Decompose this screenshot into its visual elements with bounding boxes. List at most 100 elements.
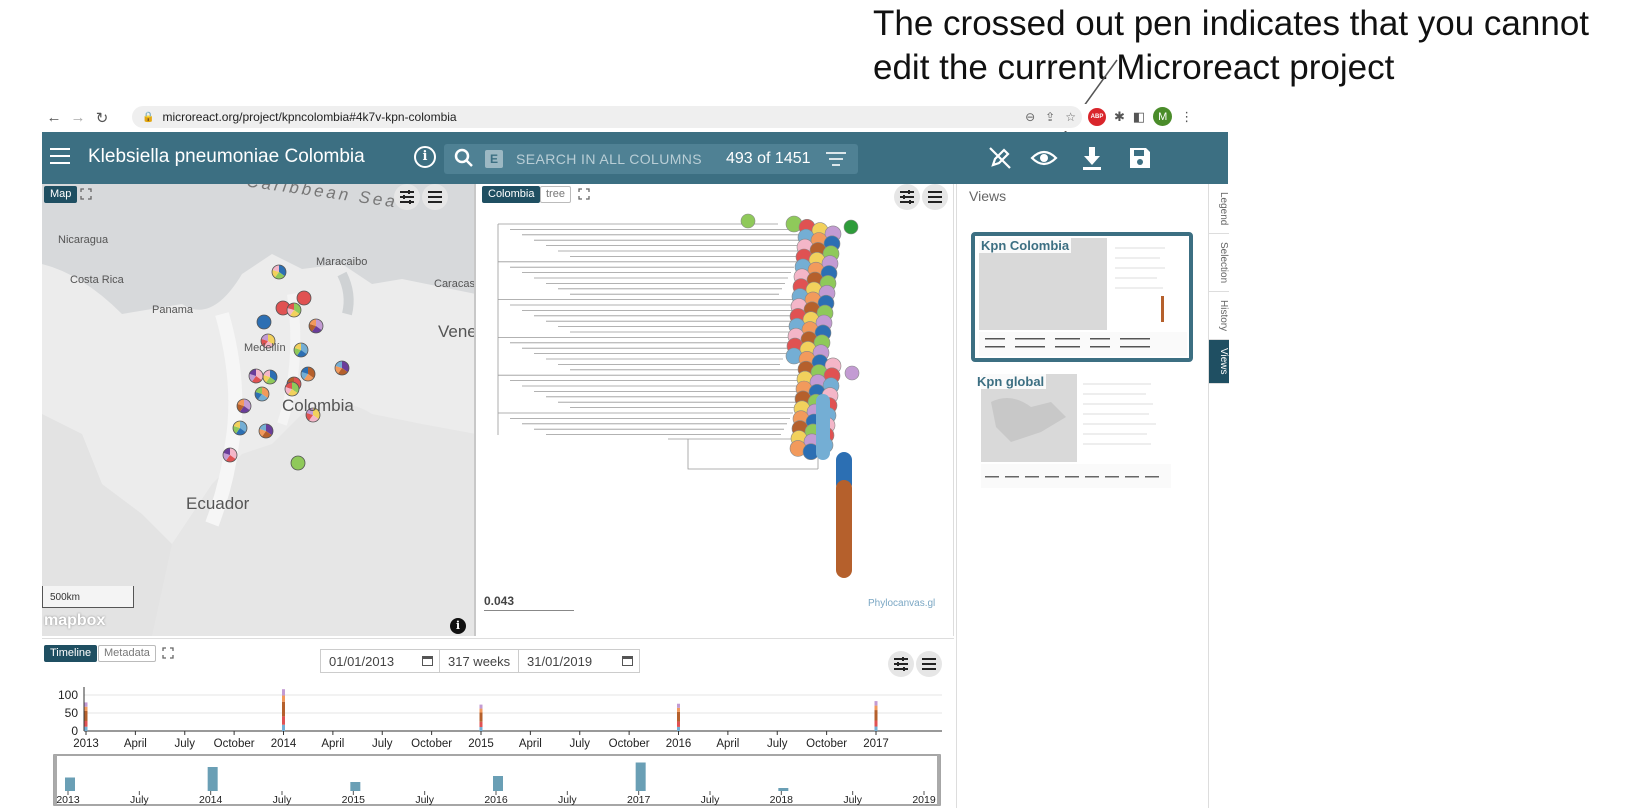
timeline-bar[interactable]	[84, 720, 88, 727]
timeline-chart[interactable]: 100 50 0 2013 April July October 2014 April Ju…	[42, 679, 954, 809]
reload-icon[interactable]: ↻	[90, 109, 114, 127]
map-marker[interactable]	[222, 447, 238, 463]
map-marker[interactable]	[284, 381, 300, 397]
timeline-settings-button[interactable]	[888, 651, 914, 677]
map-attribution-icon[interactable]: i	[450, 618, 466, 634]
timeline-bar[interactable]	[282, 724, 285, 731]
calendar-icon[interactable]	[622, 656, 633, 666]
timeline-bar[interactable]	[282, 716, 285, 725]
tree-leaf-cluster[interactable]	[816, 394, 830, 460]
expand-icon[interactable]	[578, 188, 590, 200]
tab-selection[interactable]: Selection	[1209, 234, 1229, 292]
timeline-bar[interactable]	[84, 706, 88, 711]
save-icon[interactable]	[1126, 144, 1154, 172]
map-marker[interactable]	[293, 342, 309, 358]
map-marker[interactable]	[256, 314, 272, 330]
timeline-bar[interactable]	[84, 726, 88, 731]
map-marker[interactable]	[248, 368, 264, 384]
browser-menu-icon[interactable]: ⋮	[1180, 109, 1193, 125]
search-mode-badge[interactable]: E	[485, 150, 503, 168]
tree-leaf[interactable]	[843, 219, 859, 235]
zoom-icon[interactable]: ⊖	[1025, 110, 1035, 124]
timeline-bar[interactable]	[479, 704, 483, 709]
tab-metadata[interactable]: Metadata	[98, 645, 156, 662]
map-marker[interactable]	[308, 318, 324, 334]
back-icon[interactable]: ←	[42, 109, 66, 126]
expand-icon[interactable]	[162, 647, 174, 659]
timeline-bar[interactable]	[479, 721, 483, 728]
timeline-bar[interactable]	[677, 707, 680, 712]
timeline-bar[interactable]	[282, 701, 285, 717]
timeline-bar[interactable]	[677, 703, 680, 708]
map-marker[interactable]	[262, 369, 278, 385]
tab-timeline[interactable]: Timeline	[44, 645, 98, 662]
map-marker[interactable]	[296, 290, 312, 306]
tree-menu-button[interactable]	[922, 184, 948, 210]
map-canvas[interactable]	[42, 184, 476, 636]
timeline-bar[interactable]	[677, 726, 680, 731]
tree-leaf-cluster[interactable]	[836, 480, 852, 578]
end-date-input[interactable]: 31/01/2019	[518, 649, 640, 673]
timeline-panel[interactable]: Timeline Metadata 01/01/2013 317 weeks 3…	[42, 638, 954, 808]
timeline-bar[interactable]	[479, 708, 483, 713]
map-marker[interactable]	[286, 302, 302, 318]
profile-avatar[interactable]: M	[1153, 107, 1173, 126]
filter-icon[interactable]	[826, 152, 846, 170]
timeline-bar[interactable]	[874, 720, 878, 727]
menu-icon[interactable]	[50, 148, 70, 169]
map-menu-button[interactable]	[422, 184, 448, 210]
timeline-bar[interactable]	[874, 705, 878, 711]
search-input[interactable]: SEARCH IN ALL COLUMNS	[516, 151, 702, 167]
calendar-icon[interactable]	[422, 656, 433, 666]
tab-colombia[interactable]: Colombia	[482, 186, 541, 203]
extensions-icon[interactable]: ✱	[1114, 109, 1125, 125]
sidepanel-icon[interactable]: ◧	[1133, 109, 1145, 125]
expand-icon[interactable]	[80, 188, 92, 200]
forward-icon[interactable]: →	[66, 109, 90, 126]
map-marker[interactable]	[258, 423, 274, 439]
view-card-kpn-colombia[interactable]: Kpn Colombia	[971, 232, 1193, 362]
tree-settings-button[interactable]	[894, 184, 920, 210]
map-marker[interactable]	[271, 264, 287, 280]
start-date-input[interactable]: 01/01/2013	[320, 649, 440, 673]
map-marker[interactable]	[334, 360, 350, 376]
tab-legend[interactable]: Legend	[1209, 184, 1229, 234]
tab-views[interactable]: Views	[1209, 340, 1229, 384]
eye-icon[interactable]	[1030, 144, 1058, 172]
info-icon[interactable]: i	[414, 146, 436, 168]
view-card-kpn-global[interactable]: Kpn global	[971, 372, 1193, 502]
map-marker[interactable]	[254, 386, 270, 402]
tab-tree[interactable]: tree	[540, 186, 571, 203]
edit-disabled-icon[interactable]	[986, 144, 1014, 172]
timeline-bar[interactable]	[84, 702, 88, 707]
share-icon[interactable]: ⇪	[1045, 110, 1055, 124]
map-marker[interactable]	[236, 398, 252, 414]
timeline-menu-button[interactable]	[916, 651, 942, 677]
timeline-bar[interactable]	[479, 712, 483, 722]
tab-history[interactable]: History	[1209, 292, 1229, 340]
timeline-bar[interactable]	[282, 695, 285, 702]
timeline-bar[interactable]	[677, 711, 680, 722]
download-icon[interactable]	[1078, 144, 1106, 172]
star-icon[interactable]: ☆	[1065, 110, 1076, 124]
tree-panel[interactable]: Colombia tree 0.043 Phylocanvas.gl	[478, 184, 954, 636]
overview-handle-right[interactable]	[937, 755, 940, 805]
map-marker[interactable]	[290, 455, 306, 471]
timeline-bar[interactable]	[84, 710, 88, 721]
tree-leaf[interactable]	[844, 365, 860, 381]
search-bar[interactable]: E SEARCH IN ALL COLUMNS 493 of 1451	[444, 144, 858, 174]
map-marker[interactable]	[300, 366, 316, 382]
tree-canvas[interactable]	[478, 184, 954, 636]
timeline-bar[interactable]	[874, 710, 878, 721]
map-marker[interactable]	[232, 420, 248, 436]
map-tab[interactable]: Map	[44, 186, 78, 203]
address-bar[interactable]: 🔒 microreact.org/project/kpncolombia#4k7…	[132, 106, 1082, 128]
timeline-bar[interactable]	[677, 721, 680, 727]
timeline-bar[interactable]	[282, 689, 285, 696]
timeline-bar[interactable]	[479, 727, 483, 731]
map-panel[interactable]: Map Caribbean Sea Nicaragua Maracaibo Co…	[42, 184, 476, 636]
tree-leaf[interactable]	[740, 213, 756, 229]
timeline-bar[interactable]	[874, 726, 878, 731]
adblock-icon[interactable]: ABP	[1088, 107, 1106, 126]
timeline-bar[interactable]	[874, 701, 878, 706]
